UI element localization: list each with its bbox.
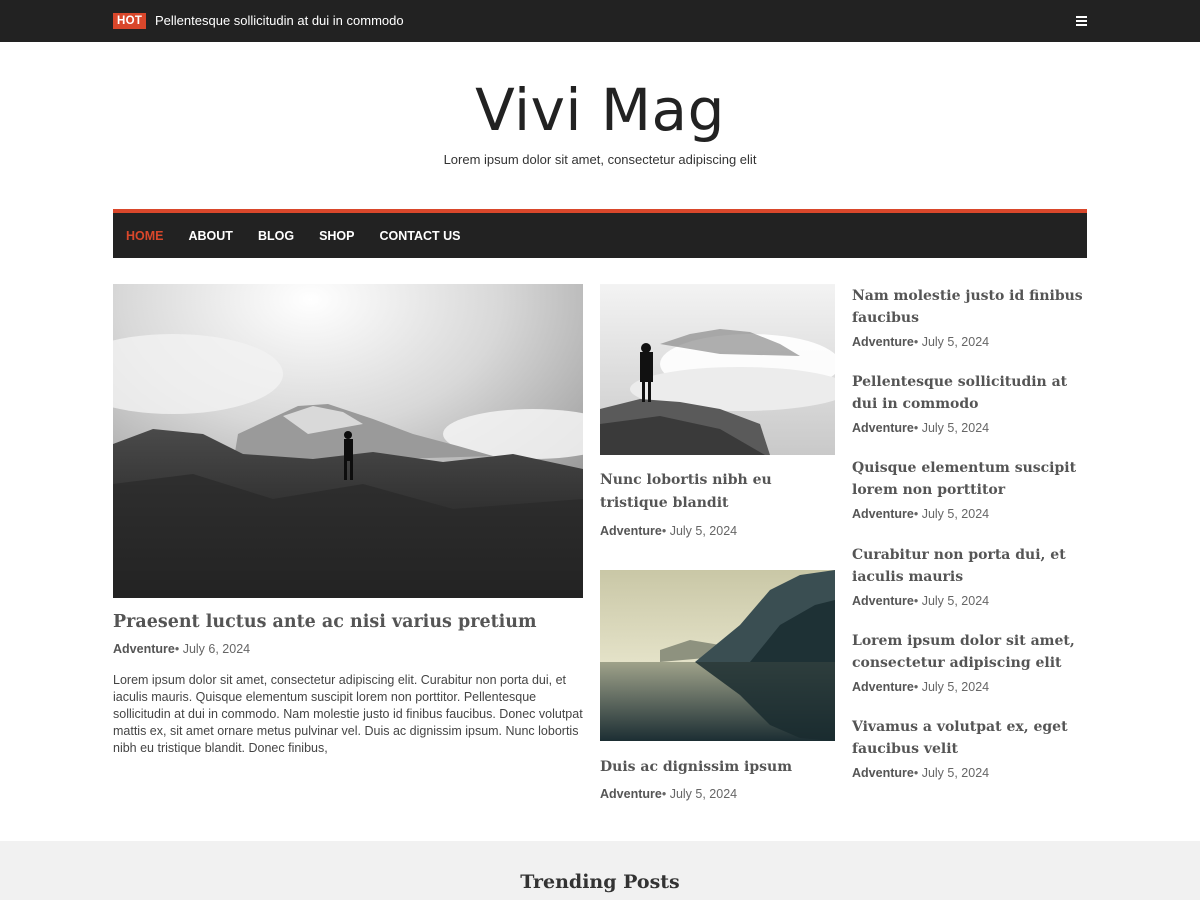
featured-post-excerpt: Lorem ipsum dolor sit amet, consectetur … xyxy=(113,673,583,755)
side-post-3: Quisque elementum suscipit lorem non por… xyxy=(852,457,1087,521)
nav-item-about[interactable]: ABOUT xyxy=(189,229,233,243)
hamburger-menu-icon[interactable] xyxy=(1076,16,1087,26)
post-category[interactable]: Adventure xyxy=(600,787,662,801)
nav-item-home[interactable]: HOME xyxy=(126,229,164,243)
post-category[interactable]: Adventure xyxy=(852,507,914,521)
post-date: July 5, 2024 xyxy=(921,335,990,349)
hot-badge: HOT xyxy=(113,13,147,29)
site-title[interactable]: Vivi Mag xyxy=(0,72,1200,148)
main-nav: HOME ABOUT BLOG SHOP CONTACT US xyxy=(113,209,1087,258)
featured-post-image[interactable] xyxy=(113,284,583,598)
meta-separator: • xyxy=(913,766,919,780)
side-post-title[interactable]: Nam molestie justo id finibus faucibus xyxy=(852,285,1087,329)
post-date: July 5, 2024 xyxy=(921,766,990,780)
post-meta-1: Adventure• July 5, 2024 xyxy=(600,524,737,538)
side-post-meta: Adventure• July 5, 2024 xyxy=(852,766,1087,780)
post-image-2[interactable] xyxy=(600,570,835,741)
post-category[interactable]: Adventure xyxy=(852,766,914,780)
side-post-meta: Adventure• July 5, 2024 xyxy=(852,421,1087,435)
post-category[interactable]: Adventure xyxy=(600,524,662,538)
post-date: July 5, 2024 xyxy=(669,787,738,801)
side-post-meta: Adventure• July 5, 2024 xyxy=(852,335,1087,349)
meta-separator: • xyxy=(913,335,919,349)
post-date: July 6, 2024 xyxy=(182,642,251,656)
featured-post-title[interactable]: Praesent luctus ante ac nisi varius pret… xyxy=(113,610,583,634)
side-post-title[interactable]: Lorem ipsum dolor sit amet, consectetur … xyxy=(852,630,1087,674)
side-post-meta: Adventure• July 5, 2024 xyxy=(852,594,1087,608)
site-tagline: Lorem ipsum dolor sit amet, consectetur … xyxy=(443,152,757,167)
post-category[interactable]: Adventure xyxy=(113,642,175,656)
meta-separator: • xyxy=(913,594,919,608)
side-post-1: Nam molestie justo id finibus faucibus A… xyxy=(852,285,1087,349)
post-title-1[interactable]: Nunc lobortis nibh eu tristique blandit xyxy=(600,469,835,515)
post-date: July 5, 2024 xyxy=(921,507,990,521)
meta-separator: • xyxy=(661,787,667,801)
meta-separator: • xyxy=(913,421,919,435)
post-title-2[interactable]: Duis ac dignissim ipsum xyxy=(600,756,835,779)
post-date: July 5, 2024 xyxy=(669,524,738,538)
meta-separator: • xyxy=(174,642,180,656)
post-image-1[interactable] xyxy=(600,284,835,455)
side-post-title[interactable]: Pellentesque sollicitudin at dui in comm… xyxy=(852,371,1087,415)
post-category[interactable]: Adventure xyxy=(852,335,914,349)
post-meta-2: Adventure• July 5, 2024 xyxy=(600,787,737,801)
post-category[interactable]: Adventure xyxy=(852,421,914,435)
meta-separator: • xyxy=(661,524,667,538)
nav-item-blog[interactable]: BLOG xyxy=(258,229,294,243)
side-post-title[interactable]: Vivamus a volutpat ex, eget faucibus vel… xyxy=(852,716,1087,760)
side-post-meta: Adventure• July 5, 2024 xyxy=(852,680,1087,694)
side-post-2: Pellentesque sollicitudin at dui in comm… xyxy=(852,371,1087,435)
side-post-6: Vivamus a volutpat ex, eget faucibus vel… xyxy=(852,716,1087,780)
nav-item-contact-us[interactable]: CONTACT US xyxy=(380,229,461,243)
meta-separator: • xyxy=(913,680,919,694)
post-category[interactable]: Adventure xyxy=(852,594,914,608)
side-post-meta: Adventure• July 5, 2024 xyxy=(852,507,1087,521)
top-bar: HOT Pellentesque sollicitudin at dui in … xyxy=(0,0,1200,42)
post-date: July 5, 2024 xyxy=(921,594,990,608)
featured-post-meta: Adventure• July 6, 2024 xyxy=(113,642,250,656)
post-date: July 5, 2024 xyxy=(921,680,990,694)
meta-separator: • xyxy=(913,507,919,521)
nav-item-shop[interactable]: SHOP xyxy=(319,229,354,243)
post-date: July 5, 2024 xyxy=(921,421,990,435)
side-post-title[interactable]: Curabitur non porta dui, et iaculis maur… xyxy=(852,544,1087,588)
side-post-5: Lorem ipsum dolor sit amet, consectetur … xyxy=(852,630,1087,694)
ticker-link[interactable]: Pellentesque sollicitudin at dui in comm… xyxy=(155,13,404,29)
side-post-4: Curabitur non porta dui, et iaculis maur… xyxy=(852,544,1087,608)
side-post-title[interactable]: Quisque elementum suscipit lorem non por… xyxy=(852,457,1087,501)
trending-posts-heading: Trending Posts xyxy=(520,871,680,893)
post-category[interactable]: Adventure xyxy=(852,680,914,694)
